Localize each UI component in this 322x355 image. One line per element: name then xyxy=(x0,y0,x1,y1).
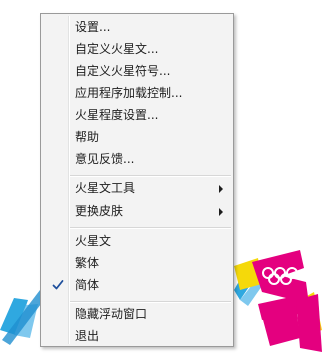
menu-item-martian-tools[interactable]: 火星文工具 xyxy=(43,178,231,199)
menu-item-label: 火星文 xyxy=(75,234,112,248)
menu-item-traditional-chinese[interactable]: 繁体 xyxy=(43,253,231,274)
london-2012-logo xyxy=(252,250,322,352)
menu-item-exit[interactable]: 退出 xyxy=(43,326,231,347)
menu-item-martian-level-settings[interactable]: 火星程度设置... xyxy=(43,105,231,126)
menu-item-label: 帮助 xyxy=(75,130,100,144)
menu-separator xyxy=(70,175,231,177)
menu-item-feedback[interactable]: 意见反馈... xyxy=(43,149,231,170)
menu-item-label: 火星文工具 xyxy=(75,181,136,195)
menu-item-label: 自定义火星符号... xyxy=(75,64,171,78)
menu-item-simplified-chinese[interactable]: 简体 xyxy=(43,275,231,296)
menu-item-label: 自定义火星文... xyxy=(75,42,159,56)
check-icon xyxy=(52,280,64,290)
menu-item-label: 退出 xyxy=(75,329,100,343)
menu-item-label: 火星程度设置... xyxy=(75,108,159,122)
menu-item-label: 简体 xyxy=(75,278,100,292)
menu-separator xyxy=(70,227,231,229)
menu-item-app-load-control[interactable]: 应用程序加载控制... xyxy=(43,83,231,104)
menu-item-label: 意见反馈... xyxy=(75,152,135,166)
menu-item-hide-floating-window[interactable]: 隐藏浮动窗口 xyxy=(43,304,231,325)
menu-item-label: 更换皮肤 xyxy=(75,204,124,218)
submenu-arrow-icon xyxy=(219,185,223,193)
menu-item-martian-script[interactable]: 火星文 xyxy=(43,231,231,252)
menu-item-custom-martian-symbols[interactable]: 自定义火星符号... xyxy=(43,61,231,82)
menu-item-help[interactable]: 帮助 xyxy=(43,127,231,148)
menu-item-label: 隐藏浮动窗口 xyxy=(75,307,148,321)
submenu-arrow-icon xyxy=(219,208,223,216)
blue-streaks-decoration xyxy=(0,290,44,345)
context-menu: 设置... 自定义火星文... 自定义火星符号... 应用程序加载控制... 火… xyxy=(40,13,234,347)
menu-item-label: 繁体 xyxy=(75,256,100,270)
menu-item-change-skin[interactable]: 更换皮肤 xyxy=(43,201,231,222)
menu-separator xyxy=(70,301,231,303)
menu-item-label: 应用程序加载控制... xyxy=(75,86,183,100)
menu-item-settings[interactable]: 设置... xyxy=(43,17,231,38)
menu-item-label: 设置... xyxy=(75,20,111,34)
menu-item-custom-martian-text[interactable]: 自定义火星文... xyxy=(43,39,231,60)
